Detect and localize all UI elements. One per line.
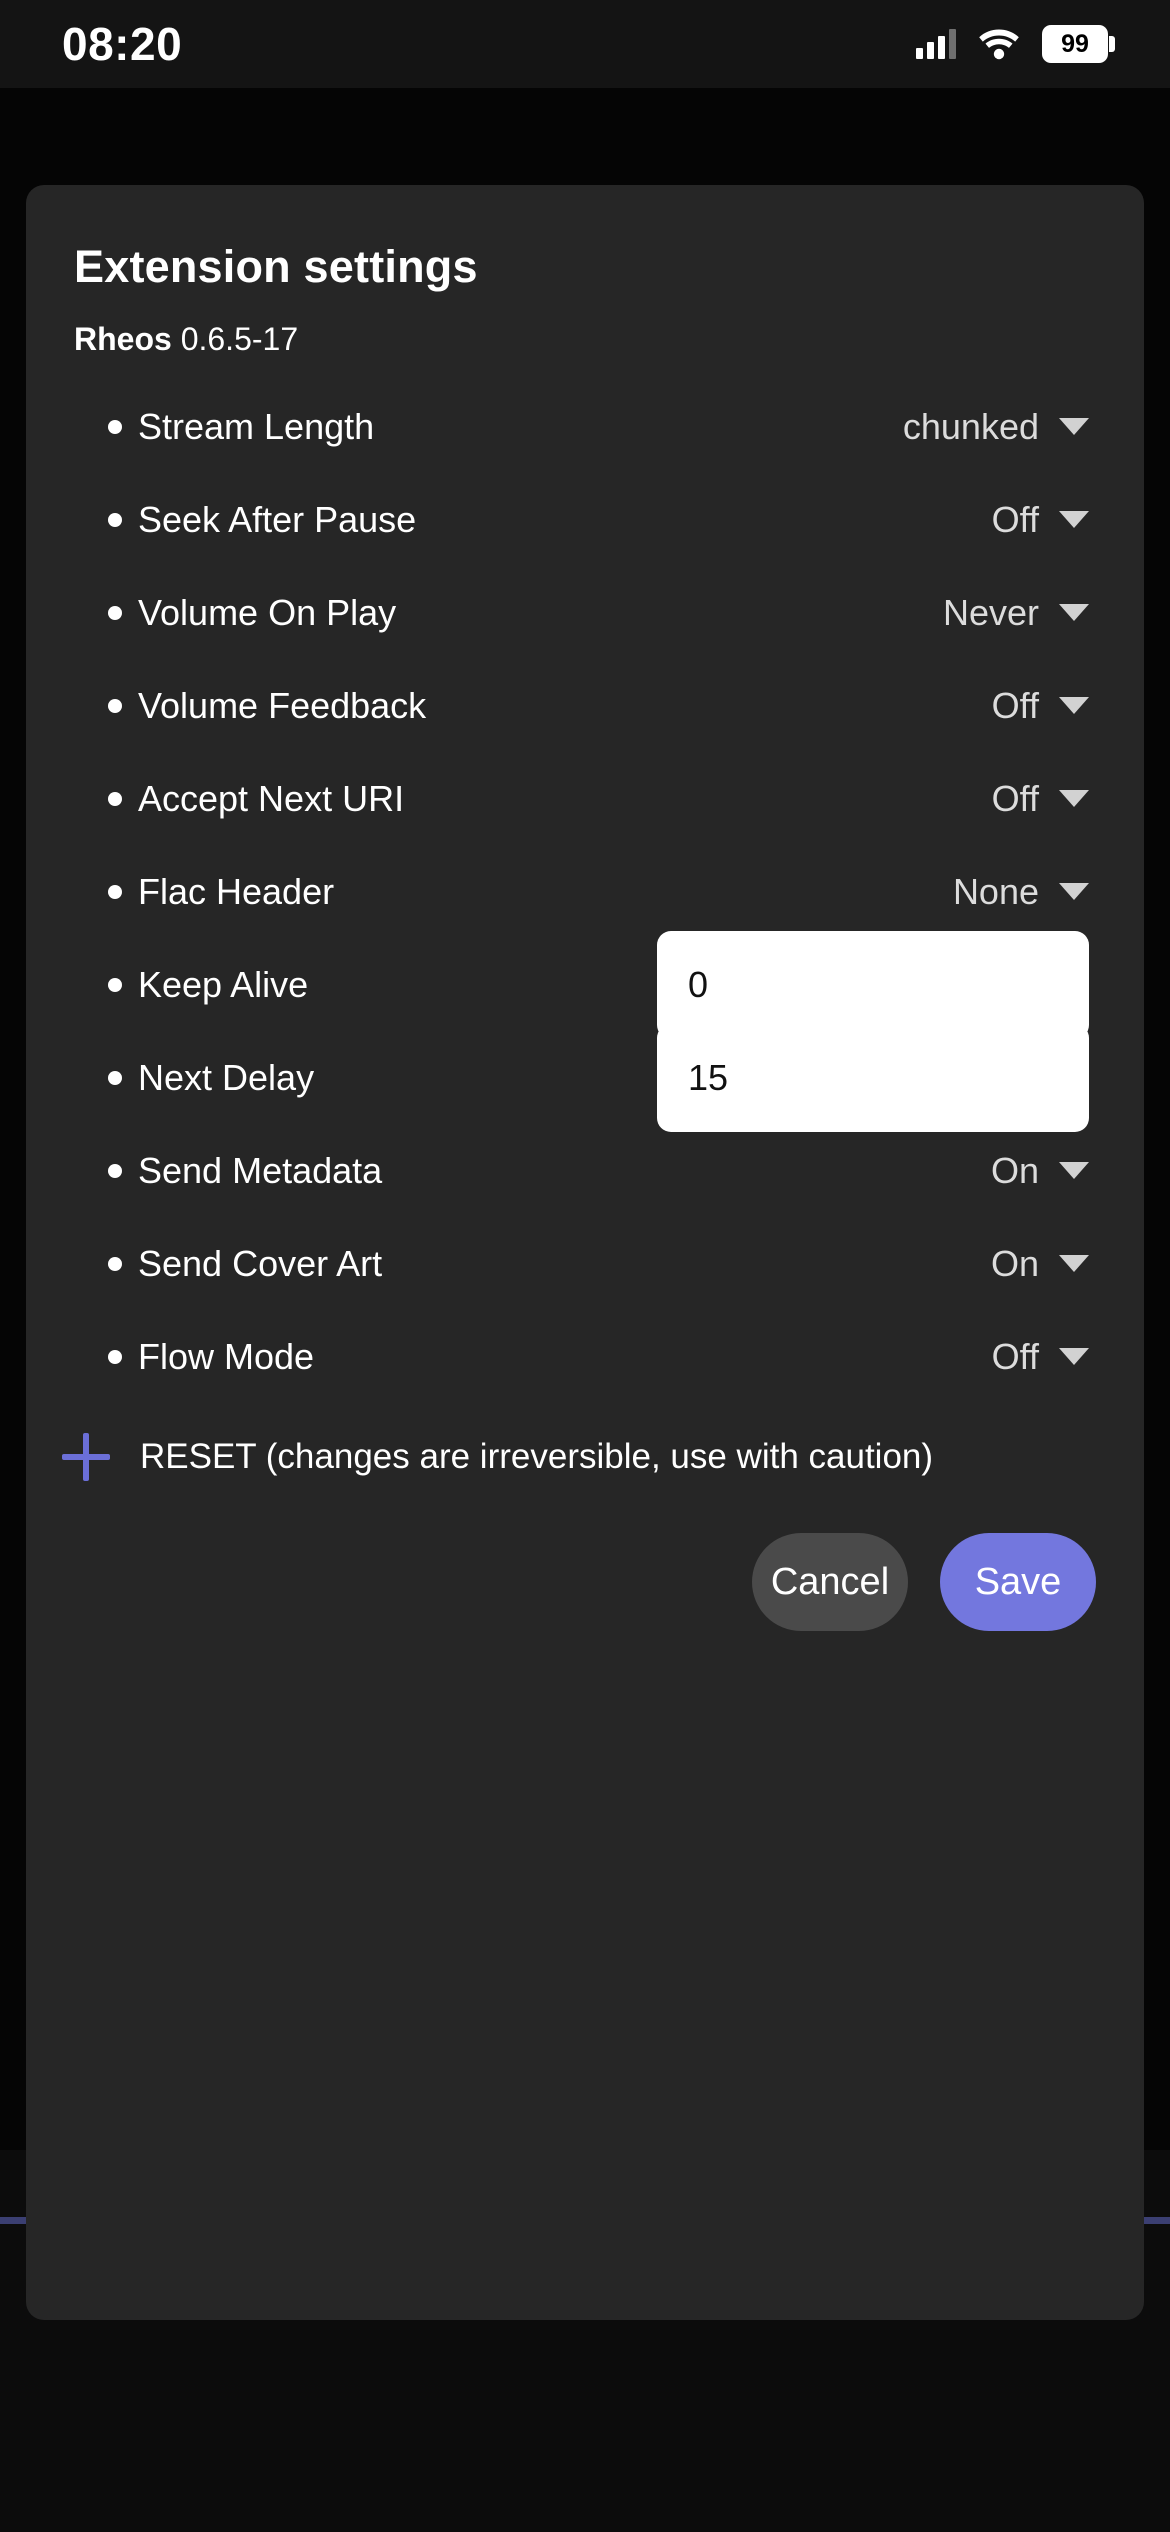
bullet-icon [108, 1163, 122, 1178]
bullet-icon [108, 791, 122, 806]
setting-row: Keep Alive 0 [26, 930, 1144, 1039]
setting-value-label: On [990, 1242, 1039, 1284]
setting-label: Flac Header [138, 870, 335, 912]
setting-value-label: Off [991, 1335, 1039, 1377]
cellular-signal-icon [916, 29, 956, 59]
plus-icon [62, 1433, 110, 1481]
bullet-icon [108, 1256, 122, 1271]
chevron-down-icon [1059, 1162, 1089, 1179]
bullet-icon [108, 1070, 122, 1085]
chevron-down-icon [1059, 1348, 1089, 1365]
dialog-actions: Cancel Save [26, 1487, 1144, 1631]
dialog-title: Extension settings [74, 241, 478, 292]
setting-row: Volume On Play Never [26, 566, 1144, 659]
setting-value-label: Off [991, 684, 1039, 726]
setting-label: Send Metadata [138, 1149, 383, 1191]
setting-row: Volume Feedback Off [26, 659, 1144, 752]
setting-label: Seek After Pause [138, 498, 417, 540]
bullet-icon [108, 884, 122, 899]
battery-level-label: 99 [1061, 29, 1089, 58]
chevron-down-icon [1059, 1255, 1089, 1272]
wifi-icon [978, 28, 1020, 60]
setting-dropdown[interactable]: Off [992, 778, 1089, 820]
setting-text-input[interactable]: 0 [657, 930, 1089, 1039]
setting-dropdown[interactable]: Off [992, 499, 1089, 541]
reset-row[interactable]: RESET (changes are irreversible, use wit… [26, 1403, 1144, 1487]
setting-text-input[interactable]: 15 [657, 1023, 1089, 1132]
setting-label: Flow Mode [138, 1335, 315, 1377]
status-bar: 08:20 99 [0, 0, 1170, 88]
extension-settings-dialog: Extension settings Rheos 0.6.5-17 Stream… [26, 185, 1144, 2320]
setting-dropdown[interactable]: chunked [903, 406, 1089, 448]
cancel-button[interactable]: Cancel [752, 1533, 908, 1631]
chevron-down-icon [1059, 511, 1089, 528]
status-bar-clock: 08:20 [62, 18, 183, 70]
setting-row: Send Metadata On [26, 1124, 1144, 1217]
setting-label: Send Cover Art [138, 1242, 383, 1284]
setting-row: Flac Header None [26, 845, 1144, 938]
setting-label: Volume Feedback [138, 684, 427, 726]
setting-label: Keep Alive [138, 963, 309, 1005]
app-version-label: 0.6.5-17 [180, 321, 299, 357]
setting-value-label: chunked [902, 405, 1039, 447]
setting-value-label: Never [942, 591, 1039, 633]
bullet-icon [108, 512, 122, 527]
chevron-down-icon [1059, 418, 1089, 435]
reset-label: RESET (changes are irreversible, use wit… [140, 1437, 934, 1476]
bullet-icon [108, 698, 122, 713]
setting-row: Stream Length chunked [26, 380, 1144, 473]
setting-value-label: Off [991, 777, 1039, 819]
bullet-icon [108, 605, 122, 620]
app-name-label: Rheos [74, 321, 172, 357]
setting-dropdown[interactable]: Never [943, 592, 1089, 634]
battery-icon: 99 [1042, 25, 1115, 63]
setting-row: Next Delay 15 [26, 1023, 1144, 1132]
settings-list: Stream Length chunked Seek After Pause Off V… [26, 380, 1144, 1403]
setting-value-label: None [952, 870, 1039, 912]
chevron-down-icon [1059, 604, 1089, 621]
setting-row: Accept Next URI Off [26, 752, 1144, 845]
setting-label: Next Delay [138, 1056, 315, 1098]
bullet-icon [108, 1349, 122, 1364]
setting-label: Volume On Play [138, 591, 397, 633]
status-bar-indicators: 99 [916, 25, 1115, 63]
setting-row: Seek After Pause Off [26, 473, 1144, 566]
setting-value-label: On [990, 1149, 1039, 1191]
setting-row: Send Cover Art On [26, 1217, 1144, 1310]
chevron-down-icon [1059, 883, 1089, 900]
setting-dropdown[interactable]: On [991, 1150, 1089, 1192]
bullet-icon [108, 419, 122, 434]
setting-label: Stream Length [138, 405, 375, 447]
setting-row: Flow Mode Off [26, 1310, 1144, 1403]
setting-dropdown[interactable]: Off [992, 685, 1089, 727]
setting-dropdown[interactable]: Off [992, 1336, 1089, 1378]
chevron-down-icon [1059, 790, 1089, 807]
bullet-icon [108, 977, 122, 992]
app-version-line: Rheos 0.6.5-17 [26, 293, 1144, 358]
setting-value-label: Off [991, 498, 1039, 540]
save-button[interactable]: Save [940, 1533, 1096, 1631]
setting-label: Accept Next URI [138, 777, 405, 819]
phone-screen: 08:20 99 Julie Byrne ▤ ⇄ [0, 0, 1170, 2532]
chevron-down-icon [1059, 697, 1089, 714]
setting-dropdown[interactable]: None [953, 871, 1089, 913]
setting-dropdown[interactable]: On [991, 1243, 1089, 1285]
